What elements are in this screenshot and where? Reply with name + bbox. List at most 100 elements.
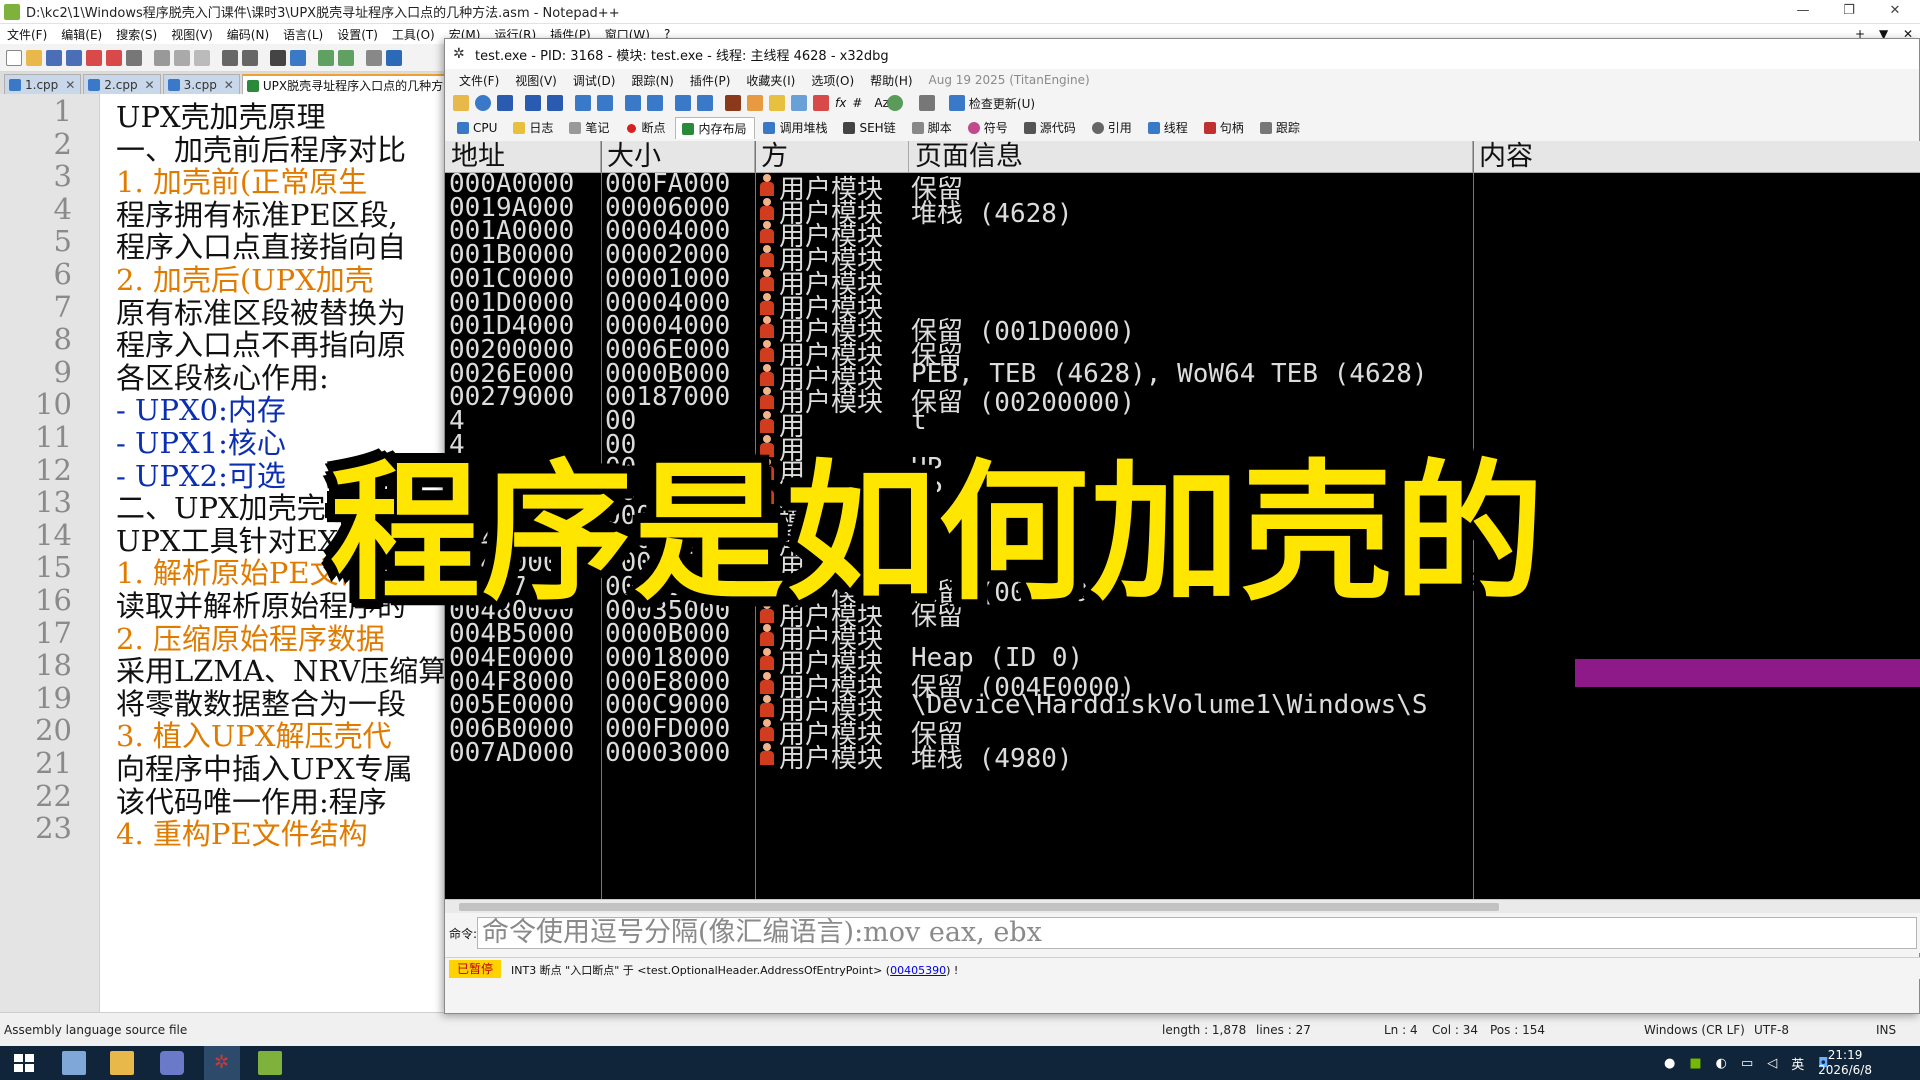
zoom-out-icon[interactable] bbox=[338, 49, 354, 66]
file-explorer-icon[interactable] bbox=[110, 1051, 134, 1075]
close-file-icon[interactable] bbox=[86, 49, 102, 66]
tab-log[interactable]: 日志 bbox=[507, 117, 561, 139]
copy-icon[interactable] bbox=[174, 49, 190, 66]
tab-close-icon[interactable]: ✕ bbox=[145, 75, 155, 95]
print-icon[interactable] bbox=[126, 49, 142, 66]
menu-file[interactable]: 文件(F) bbox=[0, 26, 54, 43]
tab-memory-map[interactable]: 内存布局 bbox=[675, 117, 756, 139]
save-all-icon[interactable] bbox=[66, 49, 82, 66]
column-content[interactable]: 内容 bbox=[1473, 141, 1920, 173]
dbg-menu-debug[interactable]: 调试(D) bbox=[565, 72, 624, 89]
tab-close-icon[interactable]: ✕ bbox=[224, 75, 234, 95]
close-all-icon[interactable] bbox=[106, 49, 122, 66]
tab-upx-asm[interactable]: UPX脱壳寻址程序入口点的几种方法 bbox=[241, 74, 479, 94]
menu-settings[interactable]: 设置(T) bbox=[330, 26, 385, 43]
tab-close-icon[interactable]: ✕ bbox=[65, 75, 75, 95]
tab-handles[interactable]: 句柄 bbox=[1198, 117, 1252, 139]
scrollbar-thumb[interactable] bbox=[459, 903, 1499, 911]
entry-address-link[interactable]: 00405390 bbox=[890, 964, 946, 977]
menu-encoding[interactable]: 编码(N) bbox=[220, 26, 276, 43]
tab-cpu[interactable]: CPU bbox=[451, 117, 505, 139]
tab-source[interactable]: 源代码 bbox=[1018, 117, 1084, 139]
tab-call-stack[interactable]: 调用堆栈 bbox=[757, 117, 835, 139]
dbg-menu-view[interactable]: 视图(V) bbox=[507, 72, 565, 89]
dbg-menu-favourites[interactable]: 收藏夹(I) bbox=[738, 72, 803, 89]
redo-icon[interactable] bbox=[242, 49, 258, 66]
replace-icon[interactable] bbox=[290, 49, 306, 66]
tab-notes[interactable]: 笔记 bbox=[563, 117, 617, 139]
nvidia-icon[interactable]: ■ bbox=[1689, 1056, 1701, 1071]
memory-row[interactable]: 00279000 00187000 用户模块 保留 (00200000) bbox=[445, 382, 1920, 418]
comments-icon[interactable] bbox=[769, 95, 785, 111]
dbg-menu-options[interactable]: 选项(O) bbox=[803, 72, 862, 89]
network-icon[interactable]: ◐ bbox=[1716, 1056, 1727, 1071]
patch-icon[interactable] bbox=[747, 95, 763, 111]
open-folder-icon[interactable] bbox=[26, 49, 42, 66]
save-icon[interactable] bbox=[46, 49, 62, 66]
execute-till-return-icon[interactable] bbox=[675, 95, 691, 111]
menu-edit[interactable]: 编辑(E) bbox=[54, 26, 109, 43]
undo-icon[interactable] bbox=[222, 49, 238, 66]
scylla-icon[interactable] bbox=[725, 95, 741, 111]
dbg-menu-trace[interactable]: 跟踪(N) bbox=[623, 72, 681, 89]
run-to-user-code-icon[interactable] bbox=[697, 95, 713, 111]
check-update-button[interactable]: 检查更新(U) bbox=[948, 95, 1035, 112]
maximize-button[interactable]: ❐ bbox=[1826, 0, 1872, 24]
volume-icon[interactable]: ◁ bbox=[1767, 1056, 1777, 1071]
pause-icon[interactable] bbox=[547, 95, 563, 111]
close-button[interactable]: ✕ bbox=[1872, 0, 1918, 24]
menu-search[interactable]: 搜索(S) bbox=[109, 26, 164, 43]
memory-row[interactable]: 007AD000 00003000 用户模块 堆栈 (4980) bbox=[445, 738, 1920, 774]
paste-icon[interactable] bbox=[194, 49, 210, 66]
column-page-info[interactable]: 页面信息 bbox=[909, 141, 1473, 173]
trace-into-icon[interactable] bbox=[625, 95, 641, 111]
notepadpp-taskbar-icon[interactable] bbox=[258, 1051, 282, 1075]
calculator-icon[interactable] bbox=[918, 95, 935, 111]
find-icon[interactable] bbox=[270, 49, 286, 66]
dbg-menu-file[interactable]: 文件(F) bbox=[451, 72, 507, 89]
tab-seh-chain[interactable]: SEH链 bbox=[837, 117, 903, 139]
memory-row[interactable]: 4 00 用 t bbox=[445, 406, 1920, 442]
restart-icon[interactable] bbox=[475, 95, 491, 111]
dbg-menu-plugins[interactable]: 插件(P) bbox=[682, 72, 739, 89]
visual-studio-icon[interactable] bbox=[160, 1051, 184, 1075]
tab-1-cpp[interactable]: 1.cpp ✕ bbox=[4, 74, 82, 95]
dbg-menu-help[interactable]: 帮助(H) bbox=[862, 72, 920, 89]
functions-icon[interactable]: fx bbox=[835, 96, 846, 110]
stop-icon[interactable] bbox=[497, 95, 513, 111]
run-icon[interactable] bbox=[525, 95, 541, 111]
tab-trace[interactable]: 跟踪 bbox=[1254, 117, 1308, 139]
ime-indicator[interactable]: 英 bbox=[1791, 1054, 1804, 1073]
labels-icon[interactable] bbox=[791, 95, 807, 111]
start-windows-icon[interactable] bbox=[12, 1051, 36, 1075]
menu-language[interactable]: 语言(L) bbox=[276, 26, 330, 43]
tab-2-cpp[interactable]: 2.cpp ✕ bbox=[83, 74, 161, 95]
microphone-icon[interactable]: ● bbox=[1664, 1056, 1675, 1071]
zoom-in-icon[interactable] bbox=[318, 49, 334, 66]
clock[interactable]: 21:19 2026/6/8 bbox=[1818, 1048, 1872, 1078]
tab-script[interactable]: 脚本 bbox=[906, 117, 960, 139]
sync-scroll-icon[interactable] bbox=[366, 49, 382, 66]
trace-over-icon[interactable] bbox=[647, 95, 663, 111]
menu-view[interactable]: 视图(V) bbox=[164, 26, 220, 43]
word-wrap-icon[interactable] bbox=[386, 49, 402, 66]
step-into-icon[interactable] bbox=[575, 95, 591, 111]
bookmarks-icon[interactable] bbox=[813, 95, 829, 111]
horizontal-scrollbar[interactable] bbox=[445, 899, 1920, 913]
cut-icon[interactable] bbox=[154, 49, 170, 66]
tab-references[interactable]: 引用 bbox=[1086, 117, 1140, 139]
tab-breakpoints[interactable]: 断点 bbox=[619, 117, 673, 139]
tab-symbols[interactable]: 符号 bbox=[962, 117, 1016, 139]
menu-tools[interactable]: 工具(O) bbox=[385, 26, 442, 43]
minimize-button[interactable]: — bbox=[1780, 0, 1826, 24]
new-file-icon[interactable] bbox=[6, 49, 22, 66]
tab-threads[interactable]: 线程 bbox=[1142, 117, 1196, 139]
variables-icon[interactable]: # bbox=[852, 96, 862, 110]
step-over-icon[interactable] bbox=[597, 95, 613, 111]
open-icon[interactable] bbox=[453, 95, 469, 111]
code-line[interactable]: 4. 重构PE文件结构 bbox=[116, 811, 368, 853]
display-icon[interactable]: ▭ bbox=[1741, 1056, 1753, 1071]
command-input[interactable]: 命令使用逗号分隔(像汇编语言):mov eax, ebx bbox=[477, 917, 1917, 949]
x64dbg-taskbar-icon[interactable]: ✲ bbox=[204, 1046, 240, 1080]
tab-3-cpp[interactable]: 3.cpp ✕ bbox=[162, 74, 240, 95]
